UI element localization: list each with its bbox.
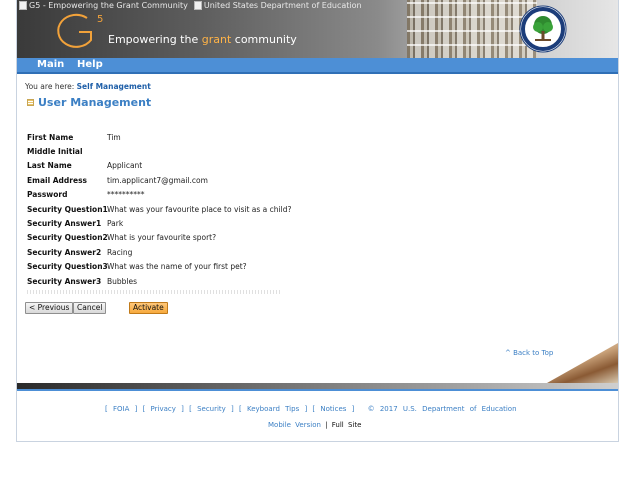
cancel-button[interactable]: Cancel — [73, 302, 107, 314]
field-value: Tim — [107, 132, 121, 142]
field-value: Applicant — [107, 161, 143, 171]
field-label: Security Answer2 — [27, 247, 102, 257]
field-label: Security Question1 — [27, 204, 108, 214]
breadcrumb: You are here: Self Management — [25, 82, 151, 91]
nav-main[interactable]: Main — [37, 59, 64, 70]
mobile-version-link[interactable]: Mobile Version — [268, 421, 321, 429]
field-row: Password ********** — [27, 188, 282, 202]
ed-image-alt: United States Department of Education — [193, 1, 362, 10]
field-row: Security Question3 What was the name of y… — [27, 260, 282, 274]
field-value: tim.applicant7@gmail.com — [107, 175, 208, 185]
page-frame: G5 - Empowering the Grant Community Unit… — [16, 0, 619, 442]
breadcrumb-self-management[interactable]: Self Management — [77, 82, 151, 91]
field-row: Security Question1 What was your favourit… — [27, 202, 291, 216]
field-row: Security Answer2 Racing — [27, 245, 282, 259]
field-label: First Name — [27, 132, 74, 142]
field-row: Middle Initial — [27, 144, 282, 158]
back-to-top-link[interactable]: ^ Back to Top — [505, 349, 553, 357]
footer-band — [17, 383, 618, 391]
field-value: Racing — [107, 247, 133, 257]
field-row: Security Question2 What is your favourite… — [27, 231, 282, 245]
g5-logo: 5 — [57, 13, 103, 48]
previous-button[interactable]: < Previous — [25, 302, 74, 314]
field-label: Security Answer3 — [27, 276, 102, 286]
field-value: ********** — [107, 190, 145, 200]
table-icon — [27, 99, 34, 106]
main-navbar: Main Help — [17, 58, 618, 74]
field-label: Email Address — [27, 175, 88, 185]
field-value: Bubbles — [107, 276, 138, 286]
section-divider — [27, 290, 281, 294]
field-value: What was the name of your first pet? — [107, 262, 247, 272]
classroom-desks-image — [547, 343, 618, 383]
field-row: Email Address tim.applicant7@gmail.com — [27, 173, 282, 187]
page-title: User Management — [27, 96, 151, 109]
footer-copyright: © 2017 U.S. Department of Education — [367, 405, 517, 413]
field-row: Last Name Applicant — [27, 159, 282, 173]
footer-foia-link[interactable]: FOIA — [113, 405, 129, 413]
user-details: First Name Tim Middle Initial Last Name Ap… — [27, 130, 291, 288]
footer-site-version: Mobile Version | Full Site — [268, 421, 361, 429]
g5-logo-sup: 5 — [97, 14, 103, 25]
footer-notices-link[interactable]: Notices — [320, 405, 346, 413]
broken-image-icon — [19, 1, 27, 10]
field-label: Middle Initial — [27, 147, 83, 157]
field-row: Security Answer1 Park — [27, 216, 282, 230]
broken-image-icon — [193, 1, 202, 10]
banner-alt-texts: G5 - Empowering the Grant Community Unit… — [19, 1, 362, 10]
footer-security-link[interactable]: Security — [197, 405, 226, 413]
field-value: What is your favourite sport? — [107, 233, 217, 243]
field-value: Park — [107, 219, 124, 229]
department-seal-icon — [519, 5, 567, 53]
full-site-label-site: Site — [347, 421, 362, 429]
full-site-label: Full — [331, 421, 344, 429]
g5-image-alt: G5 - Empowering the Grant Community — [19, 1, 188, 10]
footer-keyboard-tips-link[interactable]: Keyboard Tips — [247, 405, 299, 413]
field-row: Security Answer3 Bubbles — [27, 274, 282, 288]
nav-help[interactable]: Help — [77, 59, 103, 70]
field-label: Last Name — [27, 161, 72, 171]
activate-button[interactable]: Activate — [129, 302, 168, 314]
library-shelves-overlay — [407, 0, 537, 58]
footer-links: [ FOIA ] [ Privacy ] [ Security ] [ Keyb… — [105, 405, 517, 413]
header-banner: G5 - Empowering the Grant Community Unit… — [17, 0, 618, 58]
tagline: Empowering the grant community — [108, 33, 297, 46]
field-label: Security Question3 — [27, 262, 108, 272]
field-row: First Name Tim — [27, 130, 282, 144]
footer-privacy-link[interactable]: Privacy — [151, 405, 176, 413]
field-label: Password — [27, 190, 68, 200]
field-label: Security Answer1 — [27, 219, 102, 229]
field-value: What was your favourite place to visit a… — [107, 204, 292, 214]
field-label: Security Question2 — [27, 233, 108, 243]
footer-divider: | — [325, 421, 328, 429]
